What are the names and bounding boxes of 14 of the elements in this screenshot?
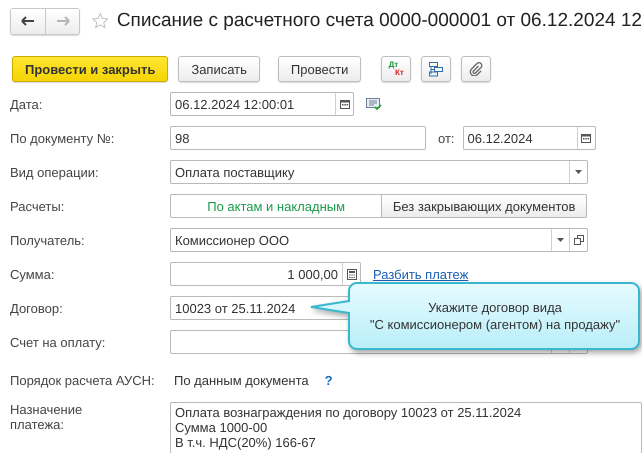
- field-label: Назначение платежа:: [10, 402, 84, 432]
- window-title: Списание с расчетного счета 0000-000001 от 06.12.2024 12: [116, 10, 642, 32]
- field-label: Дата:: [10, 96, 44, 112]
- field-label: По документу №:: [10, 130, 116, 146]
- field-label: Расчеты:: [10, 198, 66, 214]
- field-value: По данным документа: [174, 372, 309, 388]
- field-label: Получатель:: [10, 232, 86, 248]
- field-label: Вид операции:: [10, 164, 100, 180]
- field-label: от:: [438, 130, 455, 146]
- field-label: Договор:: [10, 300, 64, 316]
- tooltip: Укажите договор вида "С комиссионером (агентом) на продажу": [309, 281, 641, 351]
- field-label: Сумма:: [10, 266, 56, 282]
- field-label: Счет на оплату:: [10, 334, 106, 350]
- field-label: Порядок расчета АУСН:: [10, 372, 156, 388]
